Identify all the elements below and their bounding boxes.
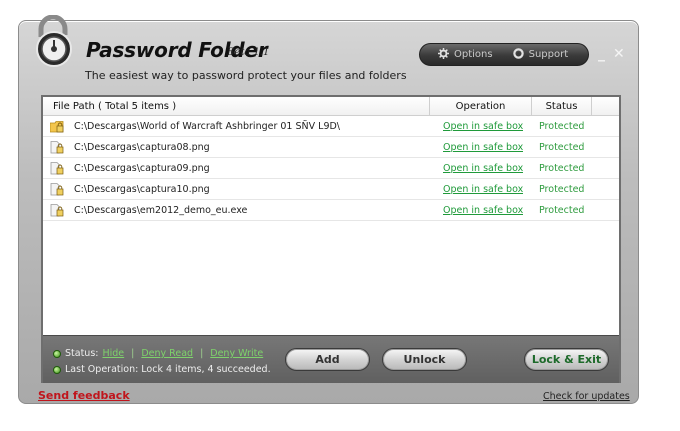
status-dot-icon	[53, 349, 61, 358]
status-badge: Protected	[539, 184, 585, 195]
last-operation-line: Last Operation: Lock 4 items, 4 succeede…	[53, 364, 271, 375]
file-path: C:\Descargas\em2012_demo_eu.exe	[74, 205, 248, 216]
column-header-spacer	[591, 97, 619, 116]
app-version: Beta 1.1	[227, 47, 270, 58]
deny-read-link[interactable]: Deny Read	[141, 348, 193, 359]
open-in-safe-box-link[interactable]: Open in safe box	[443, 116, 523, 137]
status-badge: Protected	[539, 142, 585, 153]
padlock-logo-icon	[31, 14, 79, 69]
file-lock-icon	[50, 204, 64, 217]
table-row[interactable]: C:\Descargas\captura10.png Open in safe …	[43, 179, 619, 200]
status-dot-icon	[53, 365, 61, 374]
options-label: Options	[454, 49, 493, 60]
minimize-button[interactable]: _	[598, 47, 605, 61]
file-path: C:\Descargas\captura10.png	[74, 184, 210, 195]
app-subtitle: The easiest way to password protect your…	[85, 69, 407, 82]
file-path: C:\Descargas\World of Warcraft Ashbringe…	[74, 121, 341, 132]
column-header-path[interactable]: File Path ( Total 5 items )	[53, 97, 433, 116]
file-lock-icon	[50, 141, 64, 154]
table-row[interactable]: C:\Descargas\World of Warcraft Ashbringe…	[43, 116, 619, 137]
app-window: Password Folder Beta 1.1 The easiest way…	[18, 14, 639, 404]
separator: |	[131, 348, 135, 359]
table-row[interactable]: C:\Descargas\em2012_demo_eu.exe Open in …	[43, 200, 619, 221]
status-label: Status:	[65, 348, 99, 359]
file-path: C:\Descargas\captura09.png	[74, 163, 210, 174]
file-lock-icon	[50, 162, 64, 175]
support-button[interactable]: Support	[503, 44, 579, 65]
unlock-button[interactable]: Unlock	[382, 348, 467, 371]
file-path: C:\Descargas\captura08.png	[74, 142, 210, 153]
table-header: File Path ( Total 5 items ) Operation St…	[43, 97, 619, 116]
send-feedback-link[interactable]: Send feedback	[38, 389, 130, 402]
column-header-status[interactable]: Status	[531, 97, 591, 116]
hide-link[interactable]: Hide	[102, 348, 124, 359]
gear-icon	[438, 47, 449, 62]
lock-and-exit-button[interactable]: Lock & Exit	[524, 348, 609, 371]
status-badge: Protected	[539, 121, 585, 132]
support-label: Support	[528, 49, 569, 60]
open-in-safe-box-link[interactable]: Open in safe box	[443, 158, 523, 179]
open-in-safe-box-link[interactable]: Open in safe box	[443, 179, 523, 200]
file-lock-icon	[50, 183, 64, 196]
file-list-panel: File Path ( Total 5 items ) Operation St…	[41, 95, 621, 383]
status-badge: Protected	[539, 205, 585, 216]
top-toolbar: Options Support	[419, 43, 589, 66]
column-header-operation[interactable]: Operation	[429, 97, 531, 116]
check-for-updates-link[interactable]: Check for updates	[543, 391, 630, 402]
folder-lock-icon	[49, 120, 64, 133]
file-list: C:\Descargas\World of Warcraft Ashbringe…	[43, 116, 619, 221]
open-in-safe-box-link[interactable]: Open in safe box	[443, 200, 523, 221]
close-button[interactable]: ✕	[613, 47, 625, 61]
table-row[interactable]: C:\Descargas\captura09.png Open in safe …	[43, 158, 619, 179]
last-operation-text: Last Operation: Lock 4 items, 4 succeede…	[65, 364, 271, 375]
lifebuoy-icon	[512, 47, 524, 62]
bottom-bar: Status: Hide | Deny Read | Deny Write La…	[43, 335, 619, 383]
add-button[interactable]: Add	[285, 348, 370, 371]
options-button[interactable]: Options	[420, 44, 503, 65]
status-badge: Protected	[539, 163, 585, 174]
separator: |	[200, 348, 204, 359]
deny-write-link[interactable]: Deny Write	[210, 348, 263, 359]
table-row[interactable]: C:\Descargas\captura08.png Open in safe …	[43, 137, 619, 158]
open-in-safe-box-link[interactable]: Open in safe box	[443, 137, 523, 158]
status-line: Status: Hide | Deny Read | Deny Write	[53, 348, 263, 359]
